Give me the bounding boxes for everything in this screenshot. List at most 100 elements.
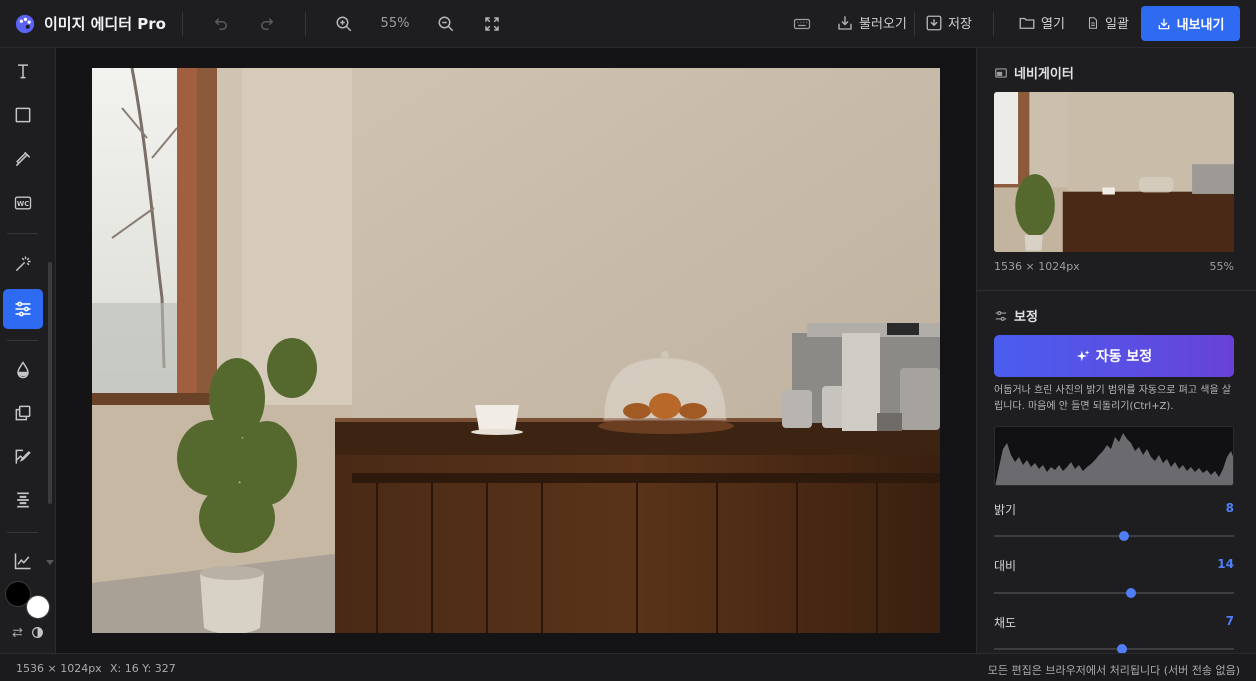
import-icon	[838, 15, 852, 30]
align-tool[interactable]	[3, 480, 43, 520]
status-bar: 1536 × 1024px X: 16 Y: 327 모든 편집은 브라우저에서…	[0, 653, 1256, 681]
divider	[7, 532, 38, 533]
sidebar-scrollbar[interactable]	[48, 262, 52, 504]
contrast-slider[interactable]	[994, 588, 1234, 598]
adjust-title: 보정	[1014, 310, 1038, 325]
magic-wand-tool[interactable]	[3, 244, 43, 284]
cursor-position: X: 16 Y: 327	[110, 662, 176, 675]
zoom-out-icon	[438, 16, 454, 31]
document-icon	[1088, 16, 1098, 29]
open-label: 열기	[1041, 17, 1065, 32]
canvas-area[interactable]	[56, 48, 976, 653]
export-label: 내보내기	[1176, 18, 1225, 33]
navigator-zoom: 55%	[1209, 260, 1234, 273]
contrast-value: 14	[1217, 557, 1234, 571]
divider	[7, 340, 38, 341]
save-button[interactable]: 저장	[925, 13, 972, 32]
histogram	[994, 426, 1234, 486]
contrast-label: 대비	[994, 559, 1017, 573]
eyedropper-icon	[15, 151, 31, 167]
fit-screen-button[interactable]	[482, 15, 502, 33]
image-edit-icon	[15, 449, 31, 464]
zoom-in-button[interactable]	[334, 15, 354, 33]
status-dimensions: 1536 × 1024px	[16, 662, 102, 675]
adjust-sliders-icon	[15, 301, 31, 317]
brightness-slider[interactable]	[994, 531, 1234, 541]
navigator-dimensions: 1536 × 1024px	[994, 260, 1080, 273]
contrast-icon[interactable]	[31, 626, 44, 639]
chart-line-icon	[14, 553, 31, 570]
batch-label: 일괄	[1105, 17, 1129, 32]
divider	[993, 12, 994, 36]
eyedropper-tool[interactable]	[3, 139, 43, 179]
navigator-thumbnail[interactable]	[994, 92, 1234, 252]
download-icon	[1158, 18, 1169, 29]
adjust-tool[interactable]	[3, 289, 43, 329]
save-label: 저장	[948, 17, 972, 32]
watermark-tool[interactable]: WC	[3, 183, 43, 223]
expand-icon	[485, 16, 499, 31]
sparkle-icon	[1076, 350, 1090, 362]
drop-icon	[17, 361, 29, 379]
color-tool[interactable]	[3, 350, 43, 390]
export-button[interactable]: 내보내기	[1141, 6, 1240, 41]
saturation-value: 7	[1225, 614, 1234, 628]
auto-adjust-description: 어둡거나 흐린 사진의 밝기 범위를 자동으로 펴고 색을 살립니다. 마음에 …	[994, 385, 1232, 412]
rectangle-icon	[15, 107, 31, 123]
tool-sidebar: WC	[0, 48, 56, 653]
undo-button[interactable]	[211, 15, 231, 33]
load-label: 불러오기	[859, 17, 907, 32]
edited-image[interactable]	[92, 68, 940, 633]
folder-icon	[1019, 17, 1035, 29]
watermark-icon: WC	[14, 196, 32, 210]
divider	[914, 12, 915, 36]
auto-adjust-label: 자동 보정	[1095, 349, 1153, 365]
text-icon	[18, 64, 28, 79]
rectangle-tool[interactable]	[3, 95, 43, 135]
cafe-photo	[92, 68, 940, 633]
zoom-out-button[interactable]	[436, 15, 456, 33]
histogram-graph	[995, 433, 1233, 485]
divider	[305, 11, 306, 36]
divider	[182, 11, 183, 36]
palette-icon	[15, 14, 35, 33]
zoom-level: 55%	[380, 16, 410, 31]
navigator-icon	[995, 67, 1007, 78]
sliders-icon	[995, 310, 1007, 321]
swap-colors-icon[interactable]	[11, 626, 24, 639]
brightness-slider-handle[interactable]	[1118, 531, 1129, 541]
layers-tool[interactable]	[3, 393, 43, 433]
divider	[7, 233, 38, 234]
magic-wand-icon	[15, 256, 31, 272]
app-title: 이미지 에디터 Pro	[44, 15, 166, 33]
load-button[interactable]: 불러오기	[836, 13, 907, 32]
open-button[interactable]: 열기	[1018, 13, 1065, 32]
keyboard-shortcuts-button[interactable]	[792, 15, 812, 33]
navigator-header: 네비게이터	[994, 63, 1074, 82]
image-edit-tool[interactable]	[3, 437, 43, 477]
align-icon	[17, 492, 29, 508]
undo-icon	[214, 17, 227, 30]
navigator-title: 네비게이터	[1014, 67, 1074, 82]
saturation-slider[interactable]	[994, 644, 1234, 654]
text-tool[interactable]	[3, 51, 43, 91]
brightness-value: 8	[1225, 501, 1234, 515]
privacy-notice: 모든 편집은 브라우저에서 처리됩니다 (서버 전송 없음)	[987, 664, 1240, 677]
navigator-preview	[994, 92, 1234, 252]
brightness-label: 밝기	[994, 503, 1017, 517]
saturation-label: 채도	[994, 616, 1017, 630]
background-color-swatch[interactable]	[26, 595, 50, 619]
histogram-tool[interactable]	[3, 541, 43, 581]
batch-button[interactable]: 일괄	[1086, 13, 1129, 32]
auto-adjust-button[interactable]: 자동 보정	[994, 335, 1234, 377]
contrast-slider-handle[interactable]	[1125, 588, 1136, 598]
scroll-down-icon[interactable]	[46, 560, 54, 566]
redo-icon	[261, 17, 274, 30]
svg-text:WC: WC	[17, 200, 29, 208]
divider	[977, 290, 1256, 291]
adjust-header: 보정	[994, 306, 1038, 325]
redo-button[interactable]	[257, 15, 277, 33]
top-toolbar: 이미지 에디터 Pro 55% 불러오기 저장 열기 일괄 내보내기	[0, 0, 1256, 48]
save-download-icon	[926, 15, 942, 30]
layers-icon	[15, 405, 31, 421]
